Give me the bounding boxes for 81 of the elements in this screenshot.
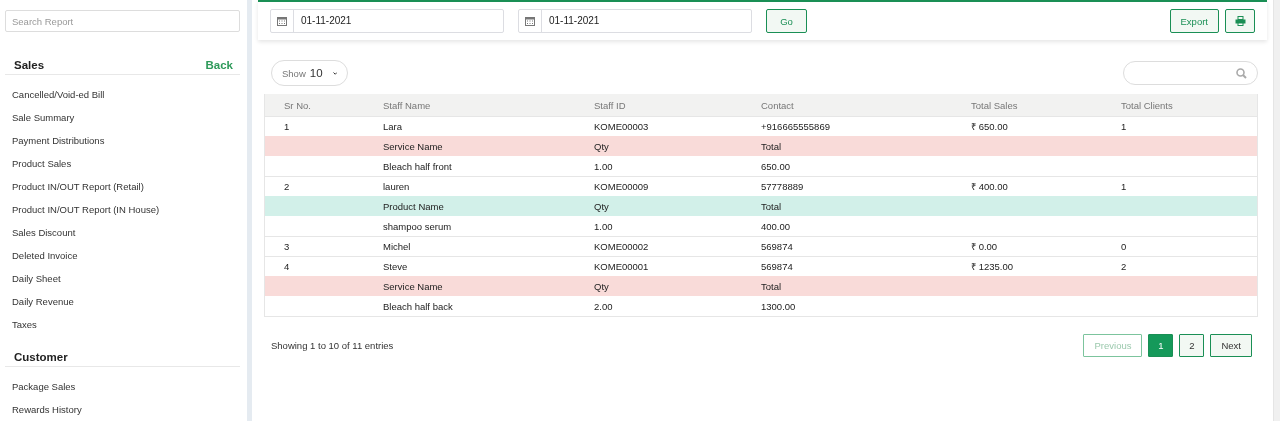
column-header: Sr No. [283,99,312,111]
table-cell-text: 57778889 [761,181,805,192]
column-header: Total Sales [971,99,1019,111]
print-button[interactable] [1225,9,1255,33]
table-cell-text: KOME00002 [594,241,650,252]
sidebar-item[interactable]: Rewards History [5,398,240,421]
entries-info: Showing 1 to 10 of 11 entries [271,340,394,351]
table-cell-text: 400.00 [761,220,792,232]
table-cell-text: 2 [283,181,291,192]
table-cell-text: Qty [594,281,610,292]
table-cell-text: 4 [283,261,291,272]
table-cell-text: Lara [383,121,403,132]
scrollbar[interactable] [1273,0,1280,421]
table-cell-text: 1 [1121,121,1128,132]
section-title: Customer [14,351,68,364]
sidebar-item[interactable]: Sale Summary [5,106,240,130]
table-cell-text: +916665555869 [761,121,831,132]
table-cell-text: shampoo serum [383,220,453,232]
table-cell-text: 569874 [761,261,794,272]
table-cell-text: Qty [594,141,610,152]
table-cell-text: 1300.00 [761,300,797,312]
go-button[interactable]: Go [766,9,807,33]
column-header: Total Clients [1121,99,1174,111]
next-button[interactable]: Next [1210,334,1252,357]
table-cell-text: 1.00 [594,220,614,232]
table-cell-text: 569874 [761,241,794,252]
calendar-icon [525,16,535,26]
table-cell-text: ₹ 650.00 [971,120,1009,133]
table-cell-text: Total [761,281,783,292]
table-cell-text: Service Name [383,281,444,292]
table-cell-text: 3 [283,241,291,252]
table-cell-text: Steve [383,261,409,272]
table-cell-text: Michel [383,241,412,252]
table-cell-text: Product Name [383,201,445,212]
table-cell-text: KOME00009 [594,181,650,192]
table-cell-text: 650.00 [761,160,792,172]
column-header: Contact [761,99,795,111]
table-cell-text: ₹ 1235.00 [971,260,1014,273]
table-cell-text: Qty [594,201,610,212]
sidebar-item[interactable]: Taxes [5,313,240,337]
table-cell-text: ₹ 0.00 [971,240,999,253]
sidebar-item[interactable]: Daily Revenue [5,290,240,314]
table-cell-text: lauren [383,181,411,192]
sidebar-item[interactable]: Product IN/OUT Report (Retail) [5,175,240,199]
chevron-down-icon [332,69,337,77]
table-cell-text: 0 [1121,241,1128,252]
table-cell-text: Bleach half back [383,300,454,312]
table-cell-text: 1 [1121,181,1128,192]
back-link[interactable]: Back [205,59,233,72]
page-button[interactable]: 1 [1148,334,1174,357]
section-title: Sales [14,59,45,72]
table-cell-text: 2.00 [594,300,614,312]
sidebar-item[interactable]: Deleted Invoice [5,244,240,268]
sidebar-item[interactable]: Sales Discount [5,221,240,245]
sidebar-item[interactable]: Cancelled/Void-ed Bill [5,83,240,107]
export-button[interactable]: Export [1169,9,1219,33]
printer-icon [1234,16,1246,26]
table-cell-text: 2 [1121,261,1128,272]
table-cell-text: Service Name [383,141,444,152]
sidebar-item[interactable]: Product IN/OUT Report (IN House) [5,198,240,222]
sidebar-item[interactable]: Daily Sheet [5,267,240,291]
page-button[interactable]: 2 [1179,334,1205,357]
table-cell-text: 1.00 [594,160,614,172]
table-cell-text: KOME00003 [594,121,650,132]
sidebar-item[interactable]: Product Sales [5,152,240,176]
column-header: Staff Name [383,99,432,111]
search-icon [1236,67,1247,79]
calendar-icon [277,16,287,26]
table-cell-text: KOME00001 [594,261,650,272]
column-header: Staff ID [594,99,627,111]
date-field[interactable]: 01-11-2021 [270,9,504,33]
table-cell-text: Bleach half front [383,160,453,172]
table-cell-text: Total [761,141,783,152]
page-size-dropdown[interactable]: Show 10 [271,60,348,86]
table-cell-text: 1 [283,121,291,132]
sidebar-item[interactable]: Payment Distributions [5,129,240,153]
date-field[interactable]: 01-11-2021 [518,9,752,33]
table-cell-text: Total [761,201,783,212]
sidebar-item[interactable]: Package Sales [5,375,240,398]
search-field[interactable]: Search Report [5,10,240,33]
table-cell-text: ₹ 400.00 [971,180,1009,193]
